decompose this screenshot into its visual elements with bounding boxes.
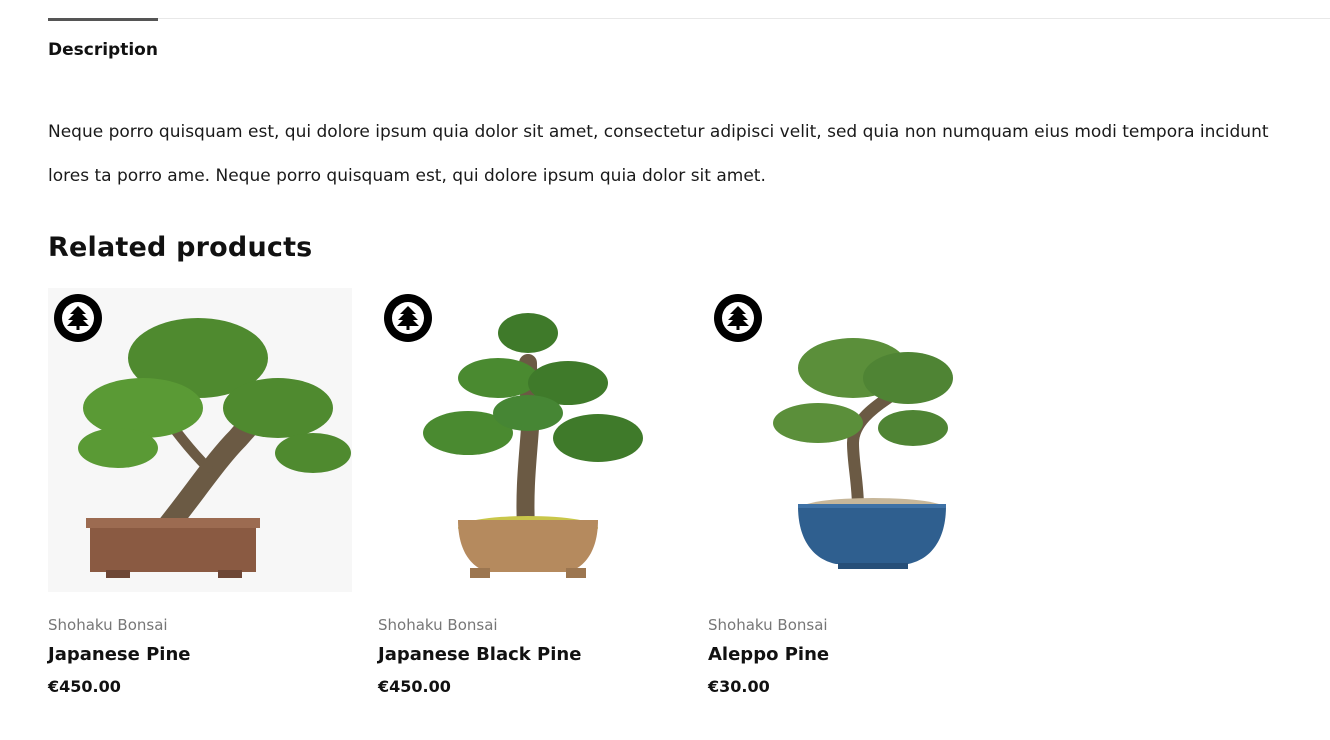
product-title-link[interactable]: Japanese Pine xyxy=(48,644,352,665)
product-title-link[interactable]: Japanese Black Pine xyxy=(378,644,682,665)
related-products-heading: Related products xyxy=(48,232,313,263)
product-price: €30.00 xyxy=(708,677,770,696)
product-card-japanese-pine[interactable]: Shohaku Bonsai Japanese Pine €450.00 xyxy=(48,288,352,696)
tab-active-indicator xyxy=(48,18,158,21)
pine-crest-icon xyxy=(54,294,102,342)
product-card-aleppo-pine[interactable]: Shohaku Bonsai Aleppo Pine €30.00 xyxy=(708,288,1012,696)
product-title-link[interactable]: Aleppo Pine xyxy=(708,644,1012,665)
related-products-list: Shohaku Bonsai Japanese Pine €450.00 Sho… xyxy=(48,288,1012,696)
pine-crest-icon xyxy=(714,294,762,342)
product-image[interactable] xyxy=(378,288,682,592)
tab-description[interactable]: Description xyxy=(48,40,158,60)
product-image[interactable] xyxy=(48,288,352,592)
pine-crest-icon xyxy=(384,294,432,342)
product-description: Neque porro quisquam est, qui dolore ips… xyxy=(48,122,1269,186)
product-vendor: Shohaku Bonsai xyxy=(378,616,498,634)
product-price: €450.00 xyxy=(378,677,451,696)
product-image[interactable] xyxy=(708,288,1012,592)
product-card-japanese-black-pine[interactable]: Shohaku Bonsai Japanese Black Pine €450.… xyxy=(378,288,682,696)
product-price: €450.00 xyxy=(48,677,121,696)
tabs-divider xyxy=(48,18,1330,19)
product-vendor: Shohaku Bonsai xyxy=(48,616,168,634)
product-vendor: Shohaku Bonsai xyxy=(708,616,828,634)
